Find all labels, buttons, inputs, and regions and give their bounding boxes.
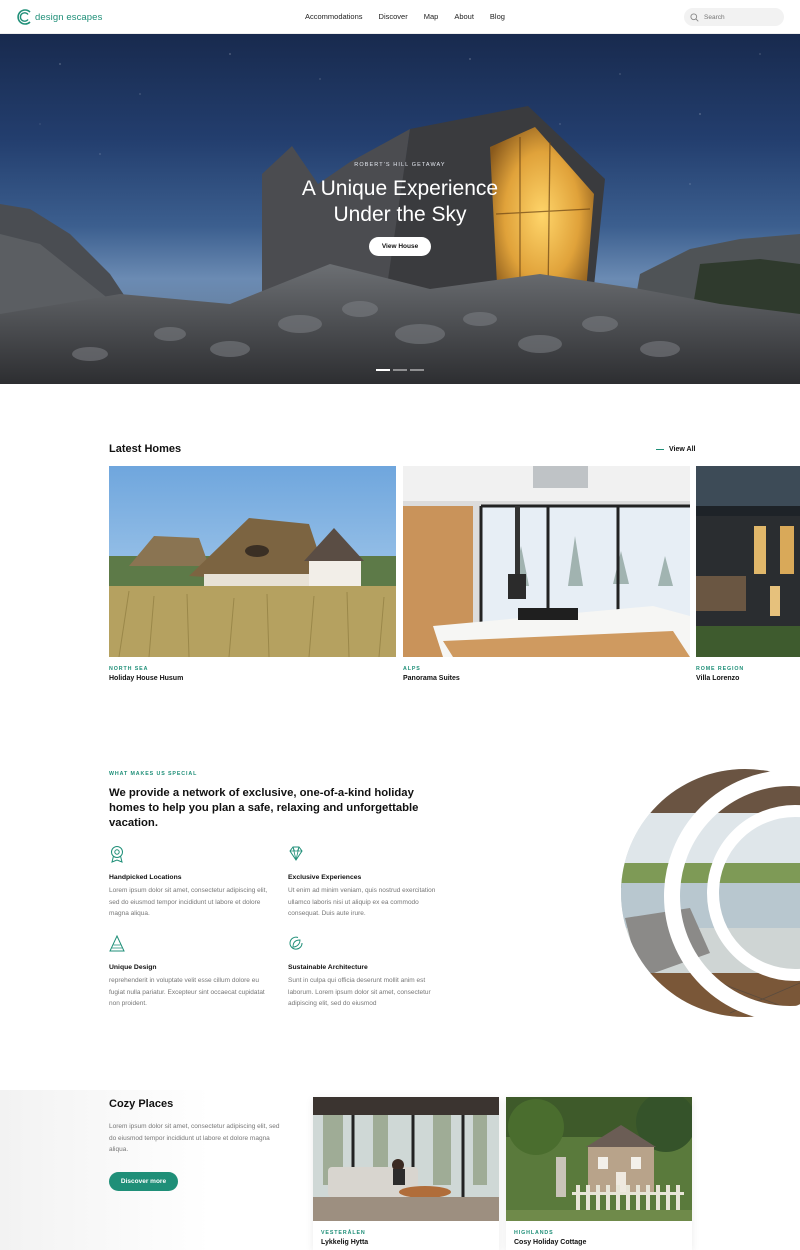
cozy-title: Cozy Places [109,1098,174,1110]
carousel-dots [376,369,424,371]
modern-villa-photo [696,466,800,657]
feature-text: reprehenderit in voluptate velit esse ci… [109,977,265,1007]
feature-title: Exclusive Experiences [288,874,362,881]
special-eyebrow: WHAT MAKES US SPECIAL [109,771,198,777]
home-card-name[interactable]: Holiday House Husum [109,675,183,682]
hero-eyebrow: ROBERT'S HILL GETAWAY [354,162,446,168]
carousel-dot-1[interactable] [376,369,390,371]
menu-item-accommodations[interactable]: Accommodations [305,12,363,21]
discover-more-button[interactable]: Discover more [109,1172,178,1191]
feature-exclusive: Exclusive Experiences Ut enim ad minim v… [288,845,448,920]
home-card-region: ALPS [403,666,421,672]
menu-item-blog[interactable]: Blog [490,12,505,21]
thatched-house-photo [109,466,396,657]
cabin-livingroom-photo [313,1097,499,1221]
top-navigation: design escapes Accommodations Discover M… [0,0,800,34]
feature-title: Handpicked Locations [109,874,182,881]
living-room-circle-photo [621,769,800,1018]
search-input[interactable] [704,13,774,21]
search-box[interactable] [684,8,784,26]
feature-title: Sustainable Architecture [288,964,368,971]
leaf-cycle-icon [289,936,303,950]
dash-icon [656,448,664,451]
home-card-image-lorenzo[interactable] [696,466,800,657]
feature-text: Sunt in culpa qui officia deserunt molli… [288,977,431,1007]
brand-logo[interactable]: design escapes [16,9,102,25]
cozy-text: Lorem ipsum dolor sit amet, consectetur … [109,1123,280,1153]
brand-name: design escapes [35,11,103,23]
cozy-card-region: VESTERÅLEN [321,1230,366,1236]
view-house-button[interactable]: View House [369,237,431,256]
cozy-card-region: HIGHLANDS [514,1230,554,1236]
main-menu: Accommodations Discover Map About Blog [305,12,505,21]
feature-text: Ut enim ad minim veniam, quis nostrud ex… [288,887,436,917]
feature-handpicked: Handpicked Locations Lorem ipsum dolor s… [109,845,269,920]
search-icon [690,12,699,22]
home-card-name[interactable]: Panorama Suites [403,675,460,682]
architecture-icon [109,934,125,952]
home-card-image-husum[interactable] [109,466,396,657]
home-card-image-panorama[interactable] [403,466,690,657]
hero-title-line-2: Under the Sky [333,203,467,226]
special-heading: We provide a network of exclusive, one-o… [109,787,419,829]
menu-item-about[interactable]: About [454,12,474,21]
location-badge-icon [111,846,123,863]
kitchen-interior-photo [403,466,690,657]
home-card-name[interactable]: Villa Lorenzo [696,675,739,682]
feature-unique-design: Unique Design reprehenderit in voluptate… [109,934,269,1010]
home-card-region: ROME REGION [696,666,745,672]
view-all-link[interactable]: View All [656,446,695,453]
feature-sustainable: Sustainable Architecture Sunt in culpa q… [288,935,448,1010]
cozy-card-name[interactable]: Cosy Holiday Cottage [514,1239,586,1246]
stone-cottage-photo [506,1092,696,1221]
diamond-icon [289,846,303,861]
menu-item-map[interactable]: Map [424,12,439,21]
hero-banner: ROBERT'S HILL GETAWAY A Unique Experienc… [0,34,800,384]
cozy-card-name[interactable]: Lykkelig Hytta [321,1239,368,1246]
home-card-region: NORTH SEA [109,666,149,672]
cozy-card-cottage[interactable]: HIGHLANDS Cosy Holiday Cottage [506,1092,696,1250]
carousel-dot-2[interactable] [393,369,407,371]
hero-title-line-1: A Unique Experience [301,177,499,200]
hero-title: A Unique Experience Under the Sky [0,176,800,228]
latest-homes-title: Latest Homes [109,443,182,455]
feature-text: Lorem ipsum dolor sit amet, consectetur … [109,887,268,917]
cozy-card-lykkelig[interactable]: VESTERÅLEN Lykkelig Hytta [313,1097,499,1250]
carousel-dot-3[interactable] [410,369,424,371]
view-all-label: View All [669,446,696,453]
cozy-background [0,1090,300,1250]
feature-title: Unique Design [109,964,157,971]
menu-item-discover[interactable]: Discover [379,12,408,21]
special-decorative-image [620,768,800,1018]
brand-swirl-icon [17,9,31,25]
